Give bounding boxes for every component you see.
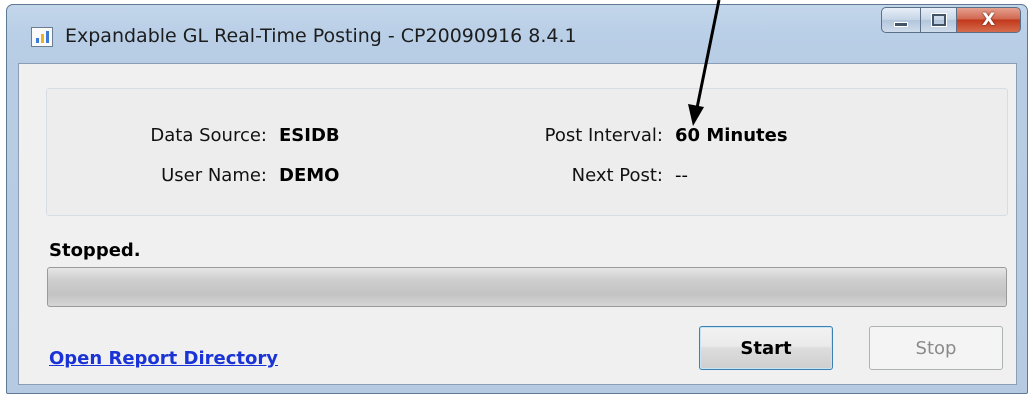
next-post-label: Next Post: [571,165,663,186]
maximize-button[interactable] [921,7,957,33]
minimize-icon [894,21,908,27]
bar-chart-icon [31,27,53,47]
minimize-button[interactable] [881,7,921,33]
stop-button[interactable]: Stop [869,326,1003,370]
user-name-value: DEMO [279,165,340,186]
progress-bar [47,267,1007,307]
next-post-value: -- [675,165,688,186]
data-source-value: ESIDB [279,125,340,146]
info-panel: Data Source: ESIDB User Name: DEMO Post … [46,88,1008,216]
app-window: Expandable GL Real-Time Posting - CP2009… [6,4,1028,394]
post-interval-label: Post Interval: [544,125,663,146]
status-text: Stopped. [49,240,141,261]
title-bar[interactable]: Expandable GL Real-Time Posting - CP2009… [7,5,1027,63]
client-area: Data Source: ESIDB User Name: DEMO Post … [18,63,1017,385]
open-report-directory-link[interactable]: Open Report Directory [49,348,278,369]
close-icon: X [981,10,996,30]
window-title: Expandable GL Real-Time Posting - CP2009… [65,25,577,47]
start-button[interactable]: Start [699,326,833,370]
user-name-label: User Name: [161,165,267,186]
post-interval-value: 60 Minutes [675,125,788,146]
window-controls: X [881,7,1021,37]
data-source-label: Data Source: [150,125,267,146]
close-button[interactable]: X [957,7,1021,33]
maximize-icon [931,14,946,26]
screenshot: Expandable GL Real-Time Posting - CP2009… [0,0,1033,400]
